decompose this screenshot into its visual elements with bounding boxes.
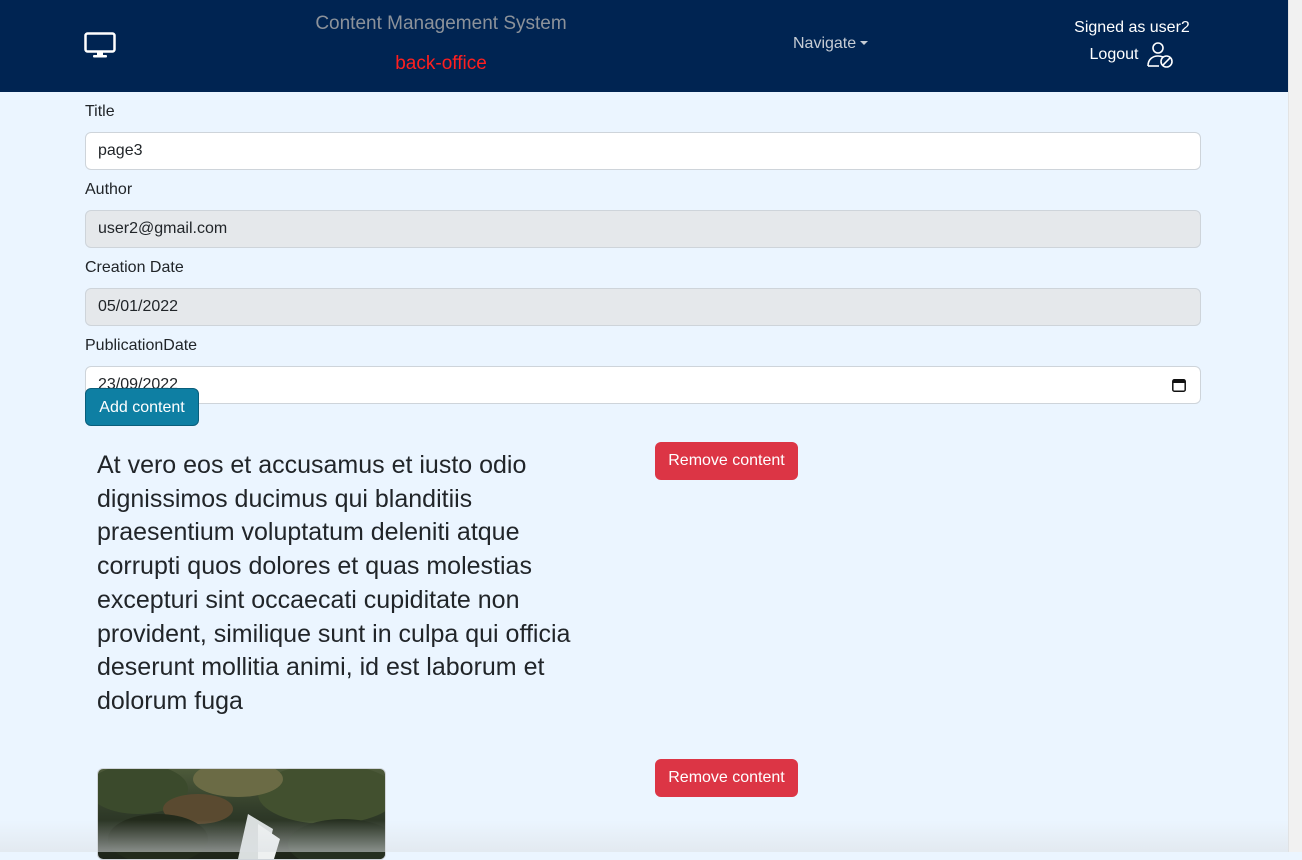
app-subtitle: back-office <box>395 53 487 74</box>
user-box: Signed as user2 Logout <box>1060 19 1204 69</box>
creation-date-label: Creation Date <box>85 259 184 276</box>
navigate-label: Navigate <box>793 35 857 52</box>
navigate-dropdown[interactable]: Navigate <box>793 35 869 53</box>
title-label: Title <box>85 103 115 120</box>
page-form: Title page3 Author user2@gmail.com Creat… <box>85 100 1201 412</box>
content-text-block: At vero eos et accusamus et iusto odio d… <box>97 451 571 715</box>
author-field: user2@gmail.com <box>85 210 1201 248</box>
signed-in-text: Signed as user2 <box>1074 19 1190 36</box>
title-input[interactable]: page3 <box>85 132 1201 170</box>
author-label: Author <box>85 181 133 198</box>
scrollbar[interactable] <box>1288 0 1302 852</box>
logout-button[interactable]: Logout <box>1090 41 1175 69</box>
top-navbar: Content Management System back-office Na… <box>0 0 1289 92</box>
logout-label: Logout <box>1089 46 1139 63</box>
content-image <box>97 768 386 860</box>
creation-date-field: 05/01/2022 <box>85 288 1201 326</box>
monitor-icon[interactable] <box>84 32 116 58</box>
caret-down-icon <box>860 41 869 45</box>
publication-date-input[interactable]: 23/09/2022 <box>85 366 1201 404</box>
calendar-icon[interactable] <box>1172 378 1186 392</box>
app-title: Content Management System <box>315 13 567 34</box>
remove-content-button[interactable]: Remove content <box>655 759 798 797</box>
waterfall-photo <box>98 769 385 859</box>
add-content-button[interactable]: Add content <box>85 388 199 426</box>
user-slash-icon <box>1147 42 1174 68</box>
remove-content-button[interactable]: Remove content <box>655 442 798 480</box>
publication-date-label: PublicationDate <box>85 337 198 354</box>
